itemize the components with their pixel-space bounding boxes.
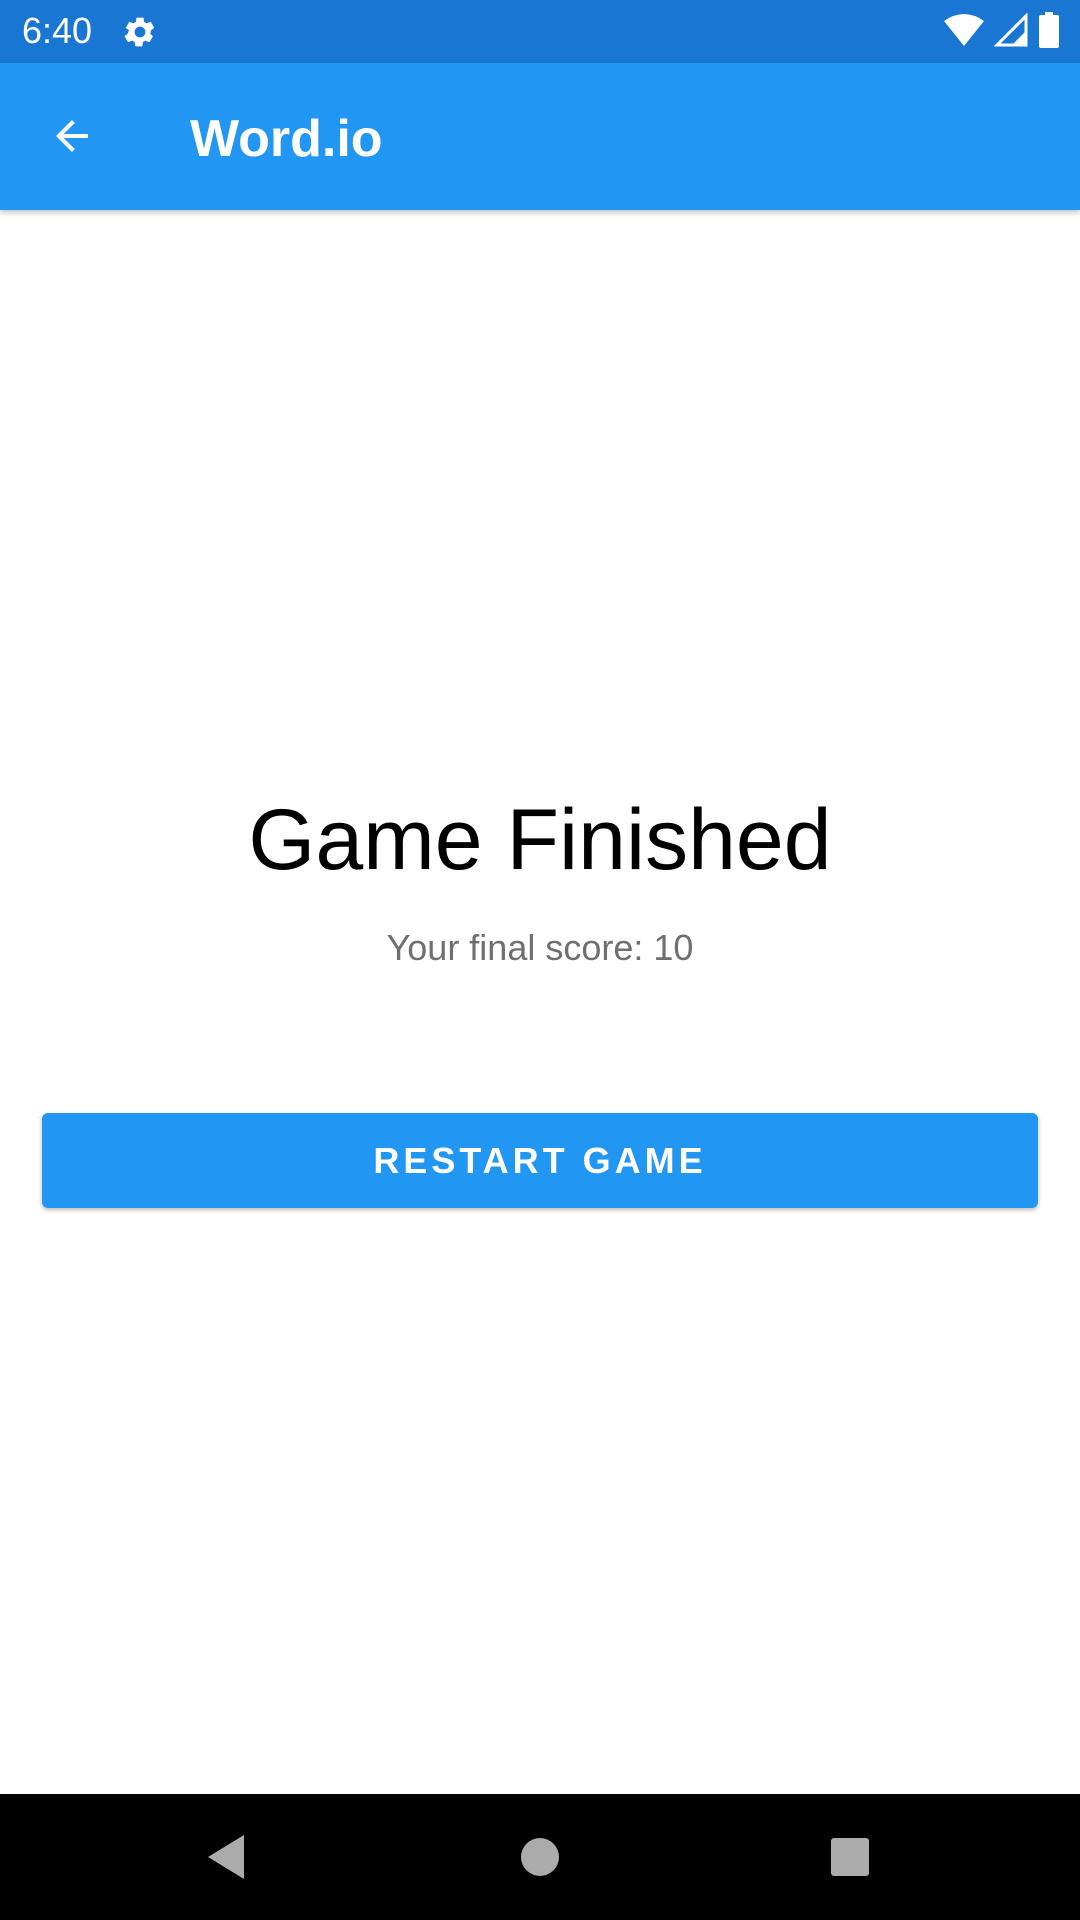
nav-recents-button[interactable] [820,1827,880,1887]
arrow-back-icon [56,120,88,152]
status-time: 6:40 [22,10,93,51]
status-bar: 6:40 [0,0,1080,63]
recents-square-icon [831,1838,869,1876]
settings-icon [122,14,158,50]
status-icons [944,11,1060,53]
app-title: Word.io [190,110,383,168]
wifi-icon [944,13,984,52]
nav-back-button[interactable] [196,1827,256,1887]
game-finished-heading: Game Finished [248,792,832,888]
home-circle-icon [521,1838,559,1876]
nav-home-button[interactable] [510,1827,570,1887]
cellular-signal-icon [993,11,1028,52]
battery-icon [1038,11,1060,53]
back-button[interactable] [36,100,108,172]
screen: 6:40 Word.io Game Finished Your final sc… [0,0,1080,1920]
app-bar: Word.io [0,63,1080,210]
restart-game-button[interactable]: RESTART GAME [42,1113,1038,1208]
navigation-bar [0,1794,1080,1920]
final-score-text: Your final score: 10 [386,927,694,968]
back-triangle-icon [208,1835,244,1879]
